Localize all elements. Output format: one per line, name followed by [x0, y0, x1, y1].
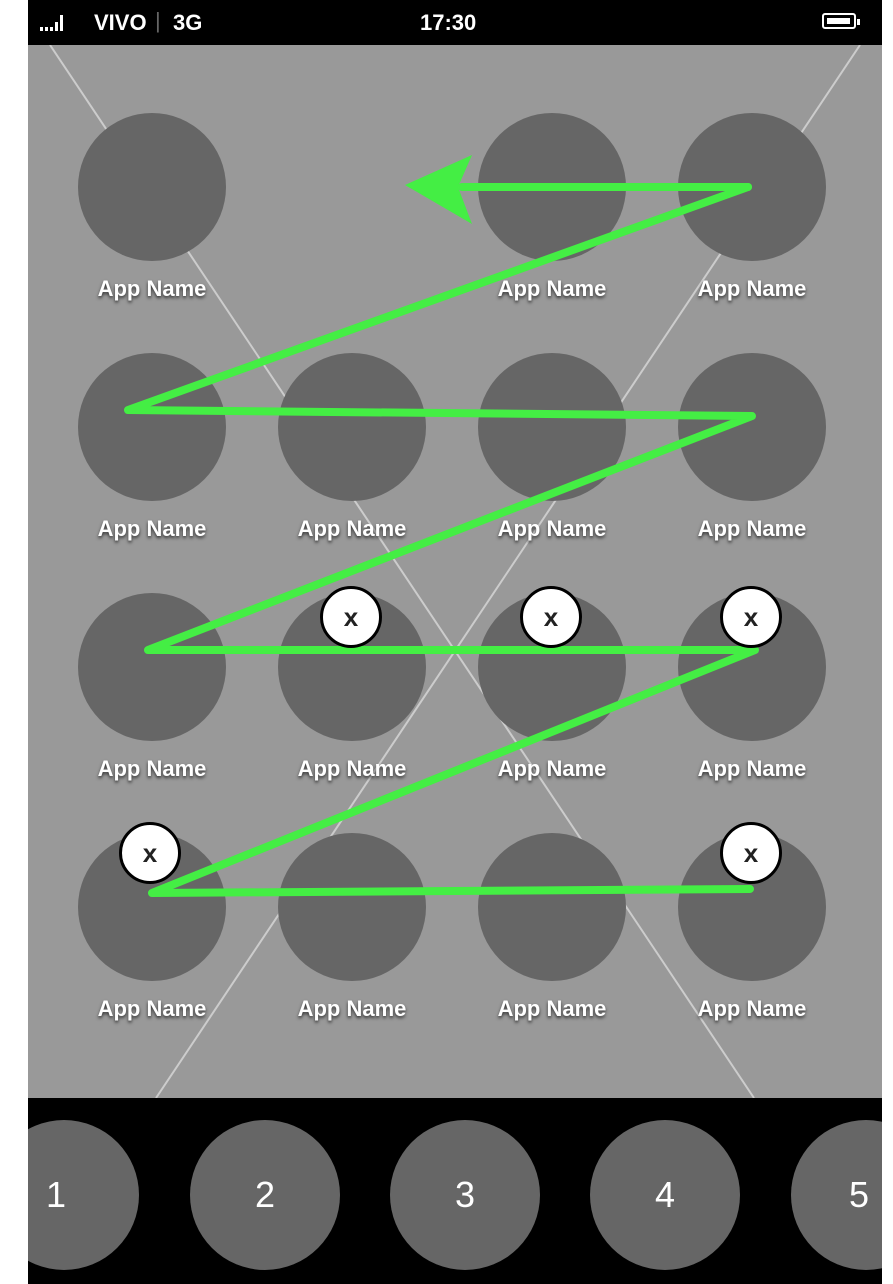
clock: 17:30	[420, 10, 477, 35]
page-dock: 1 2 3 4 5	[28, 1098, 882, 1284]
page-2-button[interactable]: 2	[190, 1120, 340, 1270]
network-type: 3G	[173, 10, 203, 35]
app-label: App Name	[497, 996, 607, 1021]
app-label: App Name	[97, 276, 207, 301]
delete-badge-icon[interactable]: x	[520, 586, 582, 648]
page-4-button[interactable]: 4	[590, 1120, 740, 1270]
app-icon[interactable]: App Name	[38, 593, 226, 793]
delete-badge-icon[interactable]: x	[320, 586, 382, 648]
app-icon[interactable]: App Name	[638, 353, 826, 553]
page-1-button[interactable]: 1	[28, 1120, 139, 1270]
app-icon[interactable]: App Name	[238, 353, 426, 553]
app-icon-graphic	[278, 833, 426, 981]
app-icon[interactable]: App Name	[438, 113, 626, 313]
app-label: App Name	[697, 276, 807, 301]
app-icon-graphic	[478, 113, 626, 261]
app-icon[interactable]: App Name	[238, 833, 426, 1033]
app-icon-graphic	[278, 353, 426, 501]
app-label: App Name	[297, 756, 407, 781]
app-icon-graphic	[478, 353, 626, 501]
app-label: App Name	[97, 996, 207, 1021]
battery-icon	[822, 13, 860, 29]
app-label: App Name	[97, 756, 207, 781]
app-icon-graphic	[78, 353, 226, 501]
app-label: App Name	[297, 996, 407, 1021]
app-icon-graphic	[78, 593, 226, 741]
app-label: App Name	[297, 516, 407, 541]
app-icon[interactable]: App Name	[438, 353, 626, 553]
app-icon[interactable]: App Name	[38, 113, 226, 313]
app-label: App Name	[697, 516, 807, 541]
app-label: App Name	[497, 516, 607, 541]
app-label: App Name	[697, 996, 807, 1021]
app-label: App Name	[97, 516, 207, 541]
signal-strength-icon	[40, 9, 63, 31]
app-icon-graphic	[478, 833, 626, 981]
page-3-button[interactable]: 3	[390, 1120, 540, 1270]
app-label: App Name	[497, 276, 607, 301]
status-separator: |	[155, 8, 161, 33]
app-icon-graphic	[78, 113, 226, 261]
delete-badge-icon[interactable]: x	[720, 586, 782, 648]
app-label: App Name	[497, 756, 607, 781]
app-icon[interactable]: App Name	[438, 833, 626, 1033]
app-label: App Name	[697, 756, 807, 781]
app-icon[interactable]: App Name	[638, 113, 826, 313]
home-screen-grid: App Name App Name App Name App Name App …	[28, 45, 882, 1098]
carrier-name: VIVO	[94, 10, 147, 35]
app-icon-graphic	[678, 353, 826, 501]
status-bar: VIVO | 3G 17:30	[28, 0, 882, 45]
page-5-button[interactable]: 5	[791, 1120, 882, 1270]
delete-badge-icon[interactable]: x	[119, 822, 181, 884]
app-icon[interactable]: App Name	[38, 353, 226, 553]
delete-badge-icon[interactable]: x	[720, 822, 782, 884]
app-icon-graphic	[678, 113, 826, 261]
phone-screen: VIVO | 3G 17:30 App Name App Name App Na…	[0, 0, 893, 1284]
